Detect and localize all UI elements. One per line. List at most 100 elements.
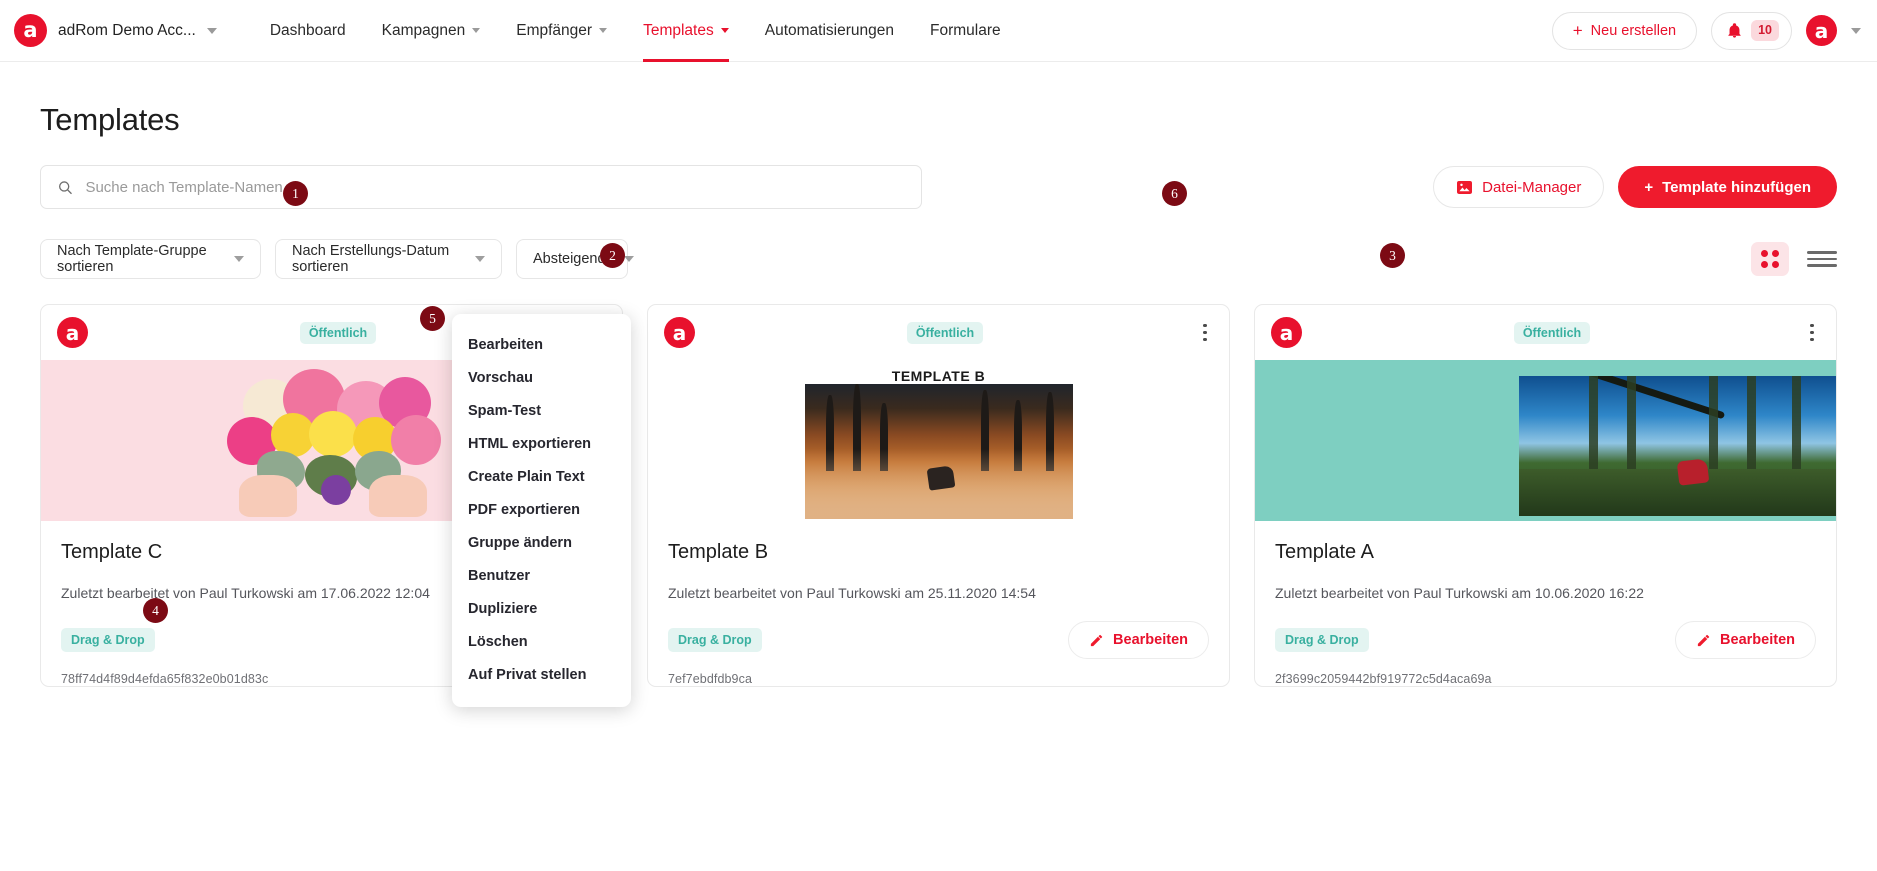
sort-by-date-select[interactable]: Nach Erstellungs-Datum sortieren <box>275 239 502 279</box>
annotation-bubble-3: 3 <box>1380 243 1405 268</box>
sort-by-group-select[interactable]: Nach Template-Gruppe sortieren <box>40 239 261 279</box>
top-right-actions: + Neu erstellen 10 a <box>1551 11 1861 50</box>
nav-label: Dashboard <box>269 21 346 39</box>
create-new-button[interactable]: + Neu erstellen <box>1551 11 1698 50</box>
chevron-down-icon[interactable] <box>206 27 217 34</box>
menu-item-benutzer[interactable]: Benutzer <box>452 559 631 592</box>
annotation-bubble-6: 6 <box>1162 181 1187 206</box>
pencil-icon <box>1090 634 1103 646</box>
menu-item-vorschau[interactable]: Vorschau <box>452 361 631 394</box>
template-type-badge: Drag & Drop <box>668 628 762 652</box>
card-footer: Drag & Drop Bearbeiten <box>668 621 1209 659</box>
card-menu-button[interactable] <box>1802 323 1822 342</box>
menu-item-spam-test[interactable]: Spam-Test <box>452 394 631 427</box>
nav-item-dashboard[interactable]: Dashboard <box>270 0 346 62</box>
card-footer: Drag & Drop Bearbeiten <box>1275 621 1816 659</box>
card-body: Template A Zuletzt bearbeitet von Paul T… <box>1255 521 1836 686</box>
card-context-menu[interactable]: Bearbeiten Vorschau Spam-Test HTML expor… <box>452 314 631 707</box>
nav-item-formulare[interactable]: Formulare <box>930 0 1001 62</box>
annotation-bubble-5: 5 <box>420 306 445 331</box>
annotation-bubble-4: 4 <box>143 598 168 623</box>
edit-button[interactable]: Bearbeiten <box>1675 621 1816 659</box>
primary-actions: Datei-Manager + Template hinzufügen <box>1433 166 1837 208</box>
card-header: a Öffentlich <box>1255 305 1836 360</box>
mountain-bike-forest-image <box>1519 376 1836 517</box>
template-card[interactable]: a Öffentlich TEMPLATE B Template B Zulet… <box>647 304 1230 687</box>
card-header: a Öffentlich <box>648 305 1229 360</box>
menu-item-auf-privat-stellen[interactable]: Auf Privat stellen <box>452 658 631 691</box>
page-content: Templates Datei-Manager + Template hinzu… <box>0 62 1877 871</box>
edit-label: Bearbeiten <box>1720 632 1795 648</box>
template-card[interactable]: a Öffentlich Template A Zuletzt bearbeit… <box>1254 304 1837 687</box>
chevron-down-icon[interactable] <box>1851 27 1861 34</box>
preview-heading: TEMPLATE B <box>891 368 986 385</box>
add-template-label: Template hinzufügen <box>1662 178 1811 196</box>
select-value: Absteigend <box>533 251 606 267</box>
template-title: Template A <box>1275 541 1374 563</box>
menu-item-dupliziere[interactable]: Dupliziere <box>452 592 631 625</box>
nav-label: Empfänger <box>516 21 593 39</box>
user-avatar[interactable]: a <box>1806 15 1837 46</box>
chevron-down-icon <box>234 256 244 262</box>
menu-item-gruppe-aendern[interactable]: Gruppe ändern <box>452 526 631 559</box>
visibility-badge: Öffentlich <box>906 321 984 344</box>
chevron-down-icon <box>599 28 608 33</box>
notifications-button[interactable]: 10 <box>1711 11 1792 50</box>
menu-item-loeschen[interactable]: Löschen <box>452 625 631 658</box>
adrom-logo-icon: a <box>57 317 88 349</box>
nav-item-templates[interactable]: Templates <box>643 0 729 62</box>
top-navigation-bar: a adRom Demo Acc... Dashboard Kampagnen … <box>0 0 1877 62</box>
template-preview[interactable]: TEMPLATE B <box>648 360 1229 521</box>
file-manager-button[interactable]: Datei-Manager <box>1433 166 1605 208</box>
nav-item-empfaenger[interactable]: Empfänger <box>516 0 608 62</box>
nav-item-automatisierungen[interactable]: Automatisierungen <box>765 0 894 62</box>
create-new-label: Neu erstellen <box>1590 22 1677 39</box>
main-navigation: Dashboard Kampagnen Empfänger Templates … <box>270 0 1001 62</box>
menu-item-html-exportieren[interactable]: HTML exportieren <box>452 427 631 460</box>
pencil-icon <box>1697 634 1710 646</box>
chevron-down-icon <box>720 28 729 33</box>
notification-count-badge: 10 <box>1751 20 1779 41</box>
list-view-button[interactable] <box>1807 244 1837 274</box>
list-icon <box>1807 251 1837 254</box>
menu-item-bearbeiten[interactable]: Bearbeiten <box>452 328 631 361</box>
annotation-bubble-1: 1 <box>283 181 308 206</box>
card-body: Template B Zuletzt bearbeitet von Paul T… <box>648 521 1229 686</box>
menu-item-create-plain-text[interactable]: Create Plain Text <box>452 460 631 493</box>
visibility-badge: Öffentlich <box>1513 321 1591 344</box>
plus-icon: + <box>1572 21 1583 40</box>
search-and-actions-row: Datei-Manager + Template hinzufügen <box>40 165 1837 209</box>
chevron-down-icon <box>472 28 481 33</box>
template-hash-id: 2f3699c2059442bf919772c5d4aca69a <box>1275 672 1492 686</box>
edit-button[interactable]: Bearbeiten <box>1068 621 1209 659</box>
select-value: Nach Template-Gruppe sortieren <box>57 243 207 275</box>
page-title: Templates <box>40 102 180 137</box>
grid-view-button[interactable] <box>1751 242 1789 276</box>
filter-row: Nach Template-Gruppe sortieren Nach Erst… <box>40 239 1837 279</box>
template-hash-id: 7ef7ebdfdb9ca <box>668 672 753 686</box>
edit-label: Bearbeiten <box>1113 632 1188 648</box>
view-toggle-group <box>1751 242 1837 276</box>
bell-icon <box>1728 23 1741 38</box>
menu-item-pdf-exportieren[interactable]: PDF exportieren <box>452 493 631 526</box>
template-type-badge: Drag & Drop <box>1275 628 1369 652</box>
template-preview[interactable] <box>1255 360 1836 521</box>
search-input[interactable] <box>85 178 905 196</box>
template-title: Template B <box>668 541 769 563</box>
template-meta: Zuletzt bearbeitet von Paul Turkowski am… <box>668 585 1036 601</box>
template-type-badge: Drag & Drop <box>61 628 155 652</box>
grid-icon <box>1761 250 1779 268</box>
file-manager-label: Datei-Manager <box>1482 178 1582 196</box>
nav-label: Automatisierungen <box>764 21 894 39</box>
brand-account-switcher[interactable]: a adRom Demo Acc... <box>14 14 217 47</box>
visibility-badge: Öffentlich <box>299 321 377 344</box>
nav-item-kampagnen[interactable]: Kampagnen <box>382 0 481 62</box>
add-template-button[interactable]: + Template hinzufügen <box>1618 166 1837 208</box>
template-meta: Zuletzt bearbeitet von Paul Turkowski am… <box>1275 585 1644 601</box>
chevron-down-icon <box>475 256 485 262</box>
card-menu-button[interactable] <box>1195 323 1215 342</box>
annotation-bubble-2: 2 <box>600 243 625 268</box>
nav-label: Formulare <box>929 21 1001 39</box>
search-box[interactable] <box>40 165 922 209</box>
autumn-forest-biker-image <box>804 384 1073 520</box>
